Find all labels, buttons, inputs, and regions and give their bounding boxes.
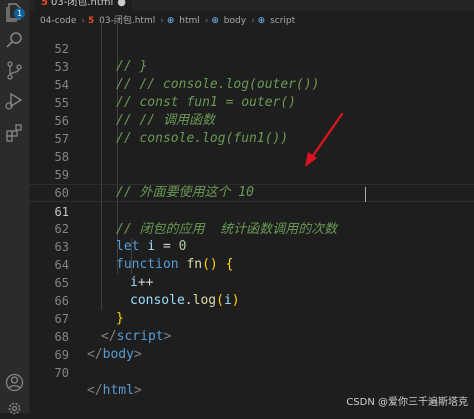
settings-gear-icon[interactable] (4, 398, 25, 419)
line-number: 70 (54, 366, 69, 380)
text-cursor (365, 187, 366, 202)
code-line: 57 (29, 112, 474, 146)
tab-filename: 03-闭包.html (50, 0, 114, 8)
code-line: 56 // console.log(fun1()) (29, 94, 474, 146)
code-line: 62 let i = 0 (29, 202, 474, 254)
code-line: 66 } (29, 274, 474, 326)
code-line: 53 // // console.log(outer()) (29, 40, 474, 92)
source-control-icon[interactable] (4, 60, 25, 81)
code-line: 54 // const fun1 = outer() (29, 58, 474, 110)
code-line: 52 // } (29, 22, 474, 74)
extensions-icon[interactable] (4, 122, 25, 143)
search-icon[interactable] (4, 30, 25, 51)
run-debug-icon[interactable] (4, 90, 25, 111)
code-line: 55 // // 调用函数 (29, 76, 474, 128)
explorer-badge: 1 (14, 8, 25, 19)
red-annotation-arrow-icon (305, 112, 344, 167)
code-line: 65 console.log(i) (29, 256, 474, 308)
code-line: 63 function fn() { (29, 220, 474, 272)
code-line: 68 </body> (29, 310, 474, 362)
code-line: 67 </script> (29, 292, 474, 344)
code-line: 60 (29, 166, 474, 200)
activity-bar: 1 (0, 0, 30, 415)
tag-name: html (102, 383, 134, 398)
code-editor[interactable]: 52 // } 53 // // console.log(outer()) 54… (29, 22, 474, 398)
code-text: </html> (87, 383, 142, 398)
code-line: 64 i++ (29, 238, 474, 290)
html-file-icon: 5 (41, 0, 48, 8)
watermark: CSDN @爱你三千遍斯塔克 (346, 397, 468, 408)
tab-bar: 5 03-闭包.html ● (29, 0, 474, 10)
code-line-current: 61 // 闭包的应用 统计函数调用的次数 (29, 184, 474, 237)
code-line: 59 // 外面要使用这个 10 (29, 148, 474, 200)
unsaved-dot-icon[interactable]: ● (117, 0, 126, 8)
code-line: 70 </html> (29, 346, 474, 398)
tab-file[interactable]: 5 03-闭包.html ● (35, 0, 132, 10)
code-line: 58 (29, 130, 474, 164)
account-icon[interactable] (4, 372, 25, 393)
code-line: 69 (29, 328, 474, 362)
